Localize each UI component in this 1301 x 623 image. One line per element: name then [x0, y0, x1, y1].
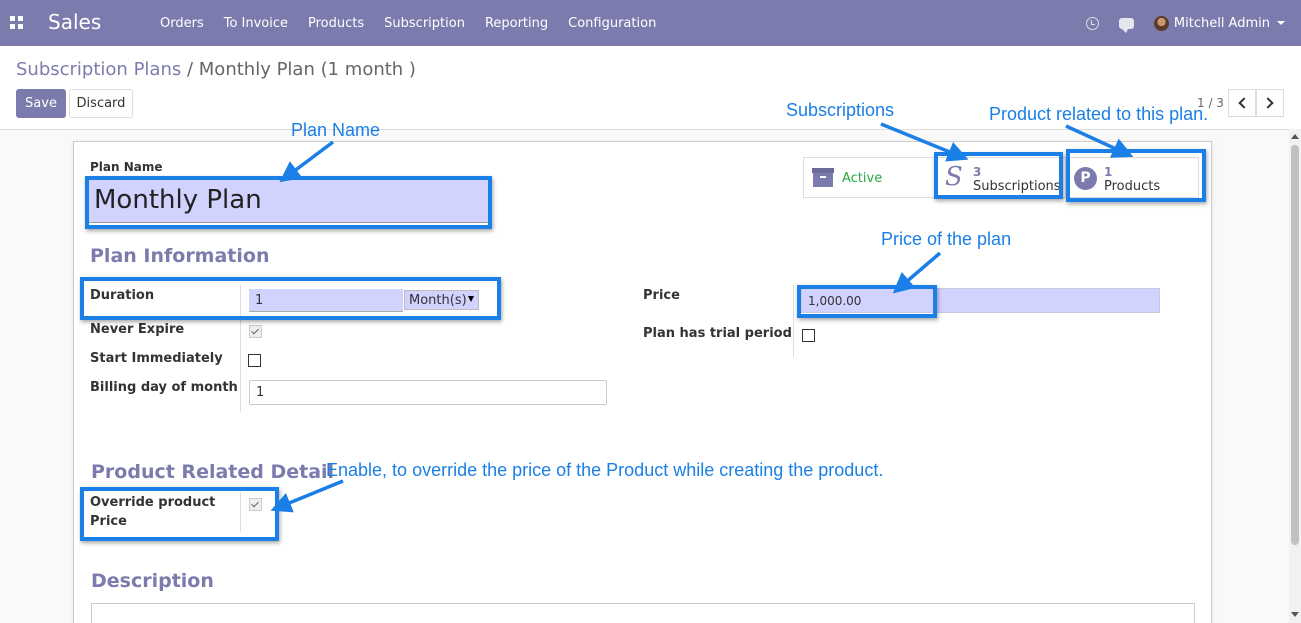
product-icon: P: [1074, 167, 1097, 190]
subscription-icon: S: [945, 162, 963, 192]
subscriptions-count: 3: [973, 165, 982, 179]
chevron-left-icon: [1238, 97, 1250, 109]
breadcrumb: Subscription Plans / Monthly Plan (1 mon…: [16, 59, 416, 80]
discard-button[interactable]: Discard: [69, 89, 133, 118]
override-price-label-line1: Override product: [90, 495, 216, 510]
billing-day-input[interactable]: 1: [249, 380, 607, 405]
duration-input[interactable]: 1: [249, 289, 403, 312]
annotation-plan-name: Plan Name: [291, 120, 381, 140]
never-expire-checkbox[interactable]: [249, 325, 262, 338]
override-price-label-line2: Price: [90, 514, 127, 529]
products-smart-button[interactable]: P 1 Products: [1066, 157, 1199, 198]
price-input[interactable]: 1,000.00: [801, 288, 1160, 313]
caret-down-icon[interactable]: [1277, 21, 1285, 25]
user-menu-name[interactable]: Mitchell Admin: [1174, 16, 1270, 31]
plan-name-input[interactable]: Monthly Plan: [89, 178, 488, 223]
app-title[interactable]: Sales: [48, 10, 101, 34]
description-editor[interactable]: [91, 603, 1195, 623]
subscriptions-smart-button[interactable]: S 3 Subscriptions: [936, 157, 1066, 198]
annotation-subscriptions: Subscriptions: [786, 100, 895, 120]
breadcrumb-current: Monthly Plan (1 month ): [198, 59, 416, 80]
left-group-divider: [240, 285, 241, 412]
product-detail-heading: Product Related Detail: [91, 461, 335, 483]
chevron-right-icon: [1262, 97, 1274, 109]
never-expire-label: Never Expire: [90, 322, 185, 337]
save-button[interactable]: Save: [16, 89, 66, 118]
main-menu: Orders To Invoice Products Subscription …: [150, 0, 666, 46]
active-toggle-button[interactable]: Active: [803, 157, 936, 198]
scroll-down-arrow-icon[interactable]: [1291, 612, 1299, 617]
menu-item-subscription[interactable]: Subscription: [374, 16, 475, 31]
breadcrumb-separator: /: [186, 59, 194, 80]
apps-menu-icon[interactable]: [10, 16, 23, 29]
annotation-override-price: Enable, to override the price of the Pro…: [326, 460, 884, 480]
right-group-divider: [793, 285, 794, 357]
pager-next-button[interactable]: [1256, 89, 1284, 117]
pager-previous-button[interactable]: [1228, 89, 1256, 117]
scroll-up-arrow-icon[interactable]: [1291, 134, 1299, 139]
annotation-price: Price of the plan: [881, 229, 1012, 249]
trial-period-label: Plan has trial period: [643, 326, 792, 341]
start-immediately-checkbox[interactable]: [248, 354, 261, 367]
override-price-checkbox[interactable]: [249, 498, 262, 511]
products-count: 1: [1104, 165, 1113, 179]
billing-day-label: Billing day of month: [90, 380, 238, 395]
active-label: Active: [842, 171, 883, 186]
duration-label: Duration: [90, 288, 155, 303]
messaging-chat-icon[interactable]: [1118, 17, 1134, 33]
menu-item-reporting[interactable]: Reporting: [475, 16, 558, 31]
plan-information-heading: Plan Information: [90, 245, 270, 267]
start-immediately-label: Start Immediately: [90, 351, 223, 366]
products-label: Products: [1104, 179, 1161, 194]
price-label: Price: [643, 288, 680, 303]
plan-name-label: Plan Name: [90, 160, 163, 174]
user-avatar[interactable]: [1153, 15, 1169, 31]
top-navbar: Sales Orders To Invoice Products Subscri…: [0, 0, 1301, 46]
menu-item-orders[interactable]: Orders: [150, 16, 214, 31]
select-caret-icon: [468, 296, 474, 302]
subscriptions-label: Subscriptions: [973, 179, 1061, 194]
navbar-systray: Mitchell Admin: [1085, 0, 1285, 46]
annotation-products: Product related to this plan.: [989, 104, 1209, 124]
menu-item-products[interactable]: Products: [298, 16, 374, 31]
menu-item-to-invoice[interactable]: To Invoice: [214, 16, 298, 31]
archive-icon: [812, 168, 834, 187]
trial-period-checkbox[interactable]: [802, 329, 815, 342]
description-heading: Description: [91, 570, 214, 592]
breadcrumb-parent-link[interactable]: Subscription Plans: [16, 59, 181, 80]
menu-item-configuration[interactable]: Configuration: [558, 16, 666, 31]
product-group-divider: [240, 492, 241, 532]
scrollbar-thumb[interactable]: [1291, 145, 1299, 545]
activity-clock-icon[interactable]: [1085, 16, 1099, 30]
